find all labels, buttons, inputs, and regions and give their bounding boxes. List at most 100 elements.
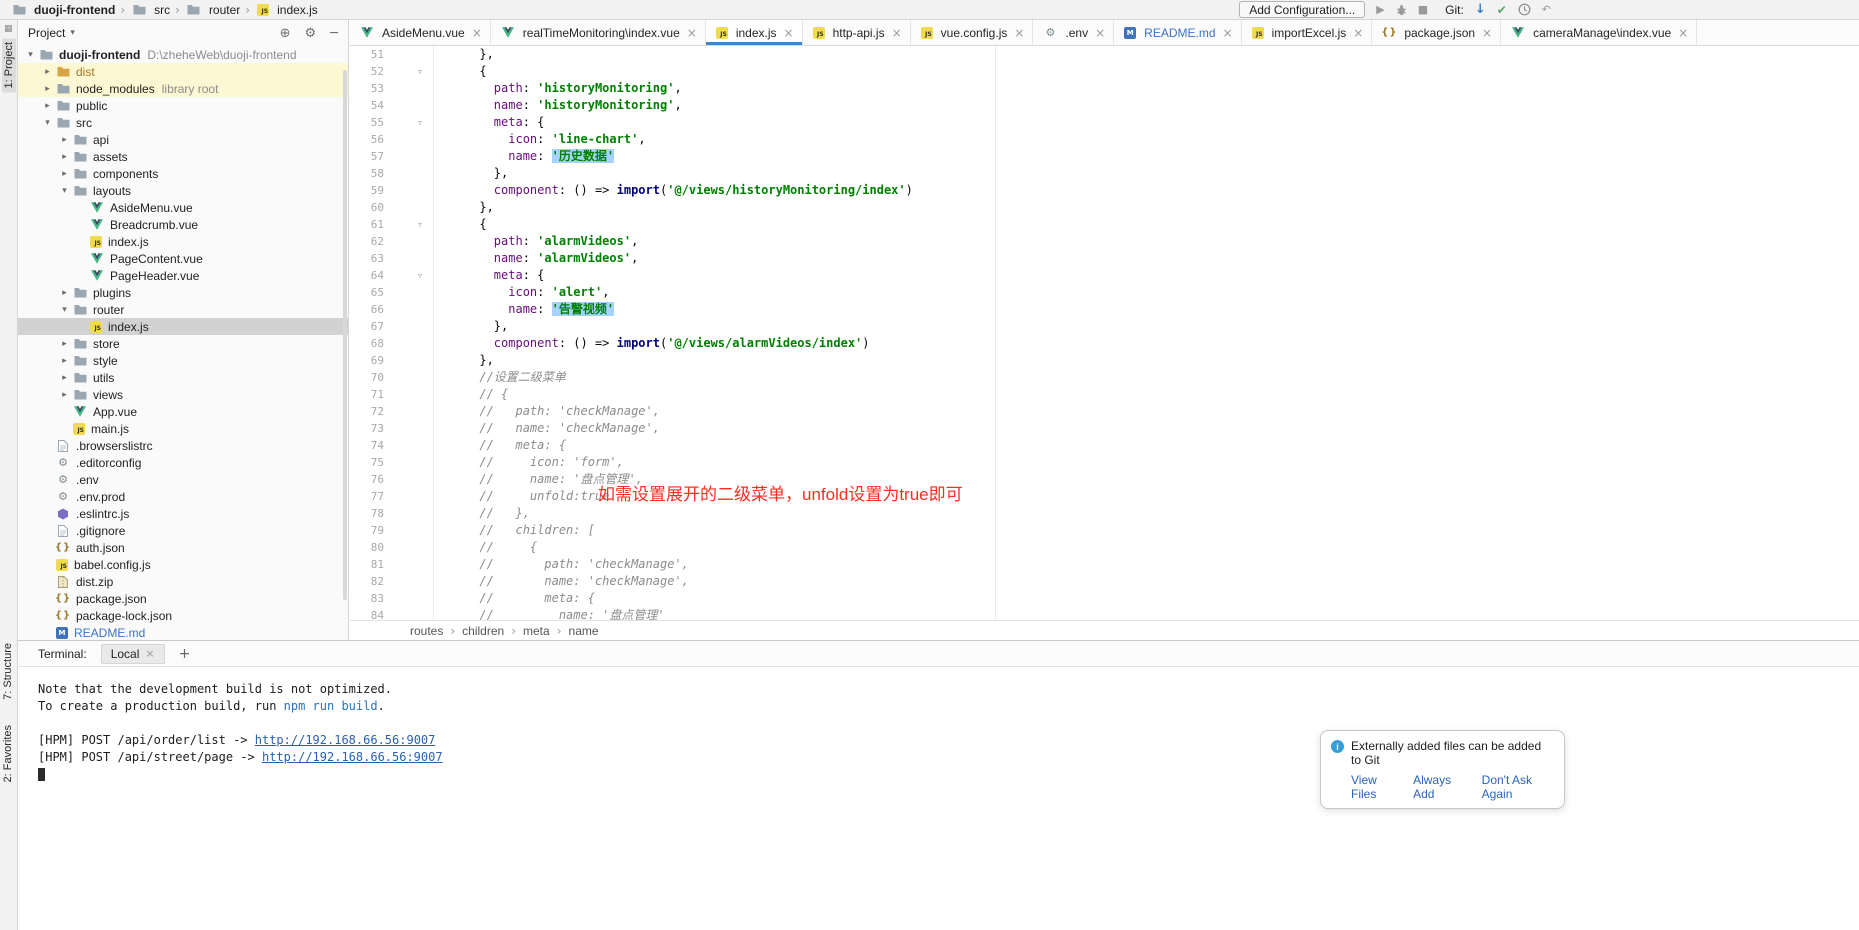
tree-item-auth-json[interactable]: {}auth.json: [18, 539, 348, 556]
tool-windows-icon[interactable]: ▦: [4, 24, 13, 34]
tree-item-package-json[interactable]: {}package.json: [18, 590, 348, 607]
code-line-62[interactable]: 62 path: 'alarmVideos',: [350, 233, 1859, 250]
tree-item-assets[interactable]: ▸assets: [18, 148, 348, 165]
code-line-79[interactable]: 79 // children: [: [350, 522, 1859, 539]
chevron-right-icon[interactable]: ▸: [58, 288, 71, 298]
tree-item-dist-zip[interactable]: dist.zip: [18, 573, 348, 590]
close-icon[interactable]: ×: [1095, 26, 1105, 40]
tree-item-src[interactable]: ▾src: [18, 114, 348, 131]
tree-item-asidemenu-vue[interactable]: AsideMenu.vue: [18, 199, 348, 216]
code-line-53[interactable]: 53 path: 'historyMonitoring',: [350, 80, 1859, 97]
tab-asidemenu-vue[interactable]: AsideMenu.vue×: [350, 20, 491, 45]
chevron-down-icon[interactable]: ▾: [41, 118, 54, 128]
close-icon[interactable]: ×: [1014, 26, 1024, 40]
close-icon[interactable]: ×: [472, 26, 482, 40]
code-line-57[interactable]: 57 name: '历史数据': [350, 148, 1859, 165]
git-commit-icon[interactable]: ✔: [1497, 4, 1507, 16]
chevron-right-icon[interactable]: ▸: [58, 339, 71, 349]
code-line-71[interactable]: 71 // {: [350, 386, 1859, 403]
add-configuration-button[interactable]: Add Configuration...: [1239, 1, 1365, 18]
tree-item-api[interactable]: ▸api: [18, 131, 348, 148]
tree-item-eslintrc-js[interactable]: .eslintrc.js: [18, 505, 348, 522]
tree-item-duoji-frontend[interactable]: ▾duoji-frontendD:\zheheWeb\duoji-fronten…: [18, 46, 348, 63]
toolwindow-button-structure[interactable]: 7: Structure: [2, 643, 14, 700]
code-line-81[interactable]: 81 // path: 'checkManage',: [350, 556, 1859, 573]
action-always-add[interactable]: Always Add: [1413, 773, 1467, 801]
toolwindow-button-project[interactable]: 1: Project: [2, 38, 16, 92]
tree-item-editorconfig[interactable]: ⚙.editorconfig: [18, 454, 348, 471]
editor-breadcrumb-item-children[interactable]: children: [462, 624, 504, 638]
tree-item-components[interactable]: ▸components: [18, 165, 348, 182]
code-line-55[interactable]: 55▿ meta: {: [350, 114, 1859, 131]
tree-item-views[interactable]: ▸views: [18, 386, 348, 403]
tree-item-style[interactable]: ▸style: [18, 352, 348, 369]
tree-item-babel-config-js[interactable]: JSbabel.config.js: [18, 556, 348, 573]
close-icon[interactable]: ×: [687, 26, 697, 40]
tab-env[interactable]: ⚙.env×: [1033, 20, 1114, 45]
tab-index-js[interactable]: JSindex.js×: [706, 20, 803, 45]
code-line-80[interactable]: 80 // {: [350, 539, 1859, 556]
terminal-tab-local[interactable]: Local ×: [101, 644, 165, 664]
terminal-output[interactable]: Note that the development build is not o…: [18, 667, 1859, 783]
code-line-75[interactable]: 75 // icon: 'form',: [350, 454, 1859, 471]
tree-item-pagecontent-vue[interactable]: PageContent.vue: [18, 250, 348, 267]
git-update-icon[interactable]: ↓: [1475, 3, 1486, 16]
toolwindow-button-favorites[interactable]: 2: Favorites: [2, 725, 14, 782]
stop-button[interactable]: ■: [1418, 4, 1428, 15]
editor-breadcrumb-item-name[interactable]: name: [569, 624, 599, 638]
code-line-74[interactable]: 74 // meta: {: [350, 437, 1859, 454]
terminal-link[interactable]: http://192.168.66.56:9007: [255, 733, 436, 747]
code-line-68[interactable]: 68 component: () => import('@/views/alar…: [350, 335, 1859, 352]
fold-marker-icon[interactable]: ▿: [384, 63, 428, 80]
code-line-73[interactable]: 73 // name: 'checkManage',: [350, 420, 1859, 437]
code-line-64[interactable]: 64▿ meta: {: [350, 267, 1859, 284]
code-line-60[interactable]: 60 },: [350, 199, 1859, 216]
code-line-51[interactable]: 51 },: [350, 46, 1859, 63]
breadcrumb-item-index-js[interactable]: JSindex.js: [253, 3, 320, 17]
close-icon[interactable]: ×: [1353, 26, 1363, 40]
close-icon[interactable]: ×: [784, 26, 794, 40]
code-line-83[interactable]: 83 // meta: {: [350, 590, 1859, 607]
chevron-down-icon[interactable]: ▾: [58, 305, 71, 315]
chevron-down-icon[interactable]: ▾: [70, 28, 75, 38]
fold-marker-icon[interactable]: ▿: [384, 267, 428, 284]
tab-vue-config-js[interactable]: JSvue.config.js×: [911, 20, 1034, 45]
project-scrollbar[interactable]: [343, 70, 347, 600]
chevron-down-icon[interactable]: ▾: [58, 186, 71, 196]
close-icon[interactable]: ×: [1223, 26, 1233, 40]
code-line-63[interactable]: 63 name: 'alarmVideos',: [350, 250, 1859, 267]
code-line-66[interactable]: 66 name: '告警视频': [350, 301, 1859, 318]
gear-icon[interactable]: ⚙: [305, 26, 317, 41]
chevron-down-icon[interactable]: ▾: [24, 50, 37, 60]
tab-readme-md[interactable]: MREADME.md×: [1114, 20, 1241, 45]
code-line-61[interactable]: 61▿ {: [350, 216, 1859, 233]
tree-item-layouts[interactable]: ▾layouts: [18, 182, 348, 199]
code-line-54[interactable]: 54 name: 'historyMonitoring',: [350, 97, 1859, 114]
tree-item-plugins[interactable]: ▸plugins: [18, 284, 348, 301]
code-line-69[interactable]: 69 },: [350, 352, 1859, 369]
tree-item-package-lock-json[interactable]: {}package-lock.json: [18, 607, 348, 624]
chevron-right-icon[interactable]: ▸: [58, 135, 71, 145]
run-button[interactable]: ▶: [1376, 4, 1384, 15]
editor[interactable]: 51 },52▿ {53 path: 'historyMonitoring',5…: [350, 46, 1859, 620]
close-icon[interactable]: ×: [145, 647, 154, 660]
tree-item-breadcrumb-vue[interactable]: Breadcrumb.vue: [18, 216, 348, 233]
fold-marker-icon[interactable]: ▿: [384, 216, 428, 233]
chevron-right-icon[interactable]: ▸: [58, 373, 71, 383]
breadcrumb-item-src[interactable]: src: [128, 3, 172, 17]
tree-item-main-js[interactable]: JSmain.js: [18, 420, 348, 437]
code-line-76[interactable]: 76 // name: '盘点管理',: [350, 471, 1859, 488]
tree-item-env-prod[interactable]: ⚙.env.prod: [18, 488, 348, 505]
history-icon[interactable]: [1518, 3, 1531, 16]
breadcrumb-item-duoji-frontend[interactable]: duoji-frontend: [8, 3, 117, 17]
terminal-prompt-line[interactable]: [38, 766, 1859, 783]
code-line-58[interactable]: 58 },: [350, 165, 1859, 182]
code-line-77[interactable]: 77 // unfold:true: [350, 488, 1859, 505]
tree-item-pageheader-vue[interactable]: PageHeader.vue: [18, 267, 348, 284]
tree-item-browserslistrc[interactable]: .browserslistrc: [18, 437, 348, 454]
debug-button[interactable]: [1396, 4, 1407, 16]
close-icon[interactable]: ×: [1482, 26, 1492, 40]
code-line-67[interactable]: 67 },: [350, 318, 1859, 335]
code-line-82[interactable]: 82 // name: 'checkManage',: [350, 573, 1859, 590]
tree-item-router[interactable]: ▾router: [18, 301, 348, 318]
